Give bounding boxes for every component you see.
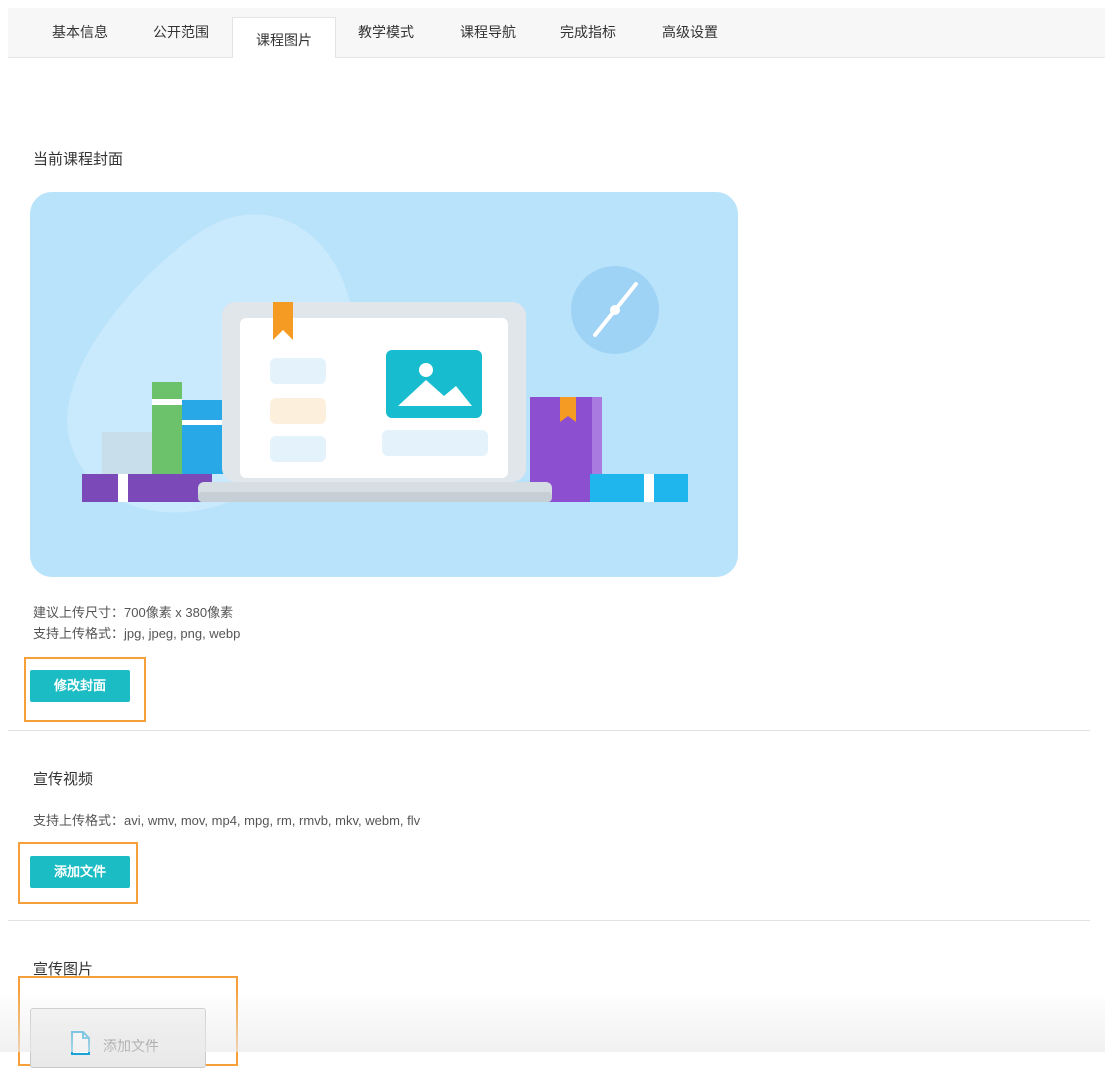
file-add-icon <box>71 1031 90 1055</box>
tab-course-images[interactable]: 课程图片 <box>232 17 336 58</box>
tab-course-nav[interactable]: 课程导航 <box>456 18 520 46</box>
image-icon <box>386 350 482 418</box>
add-video-button[interactable]: 添加文件 <box>30 856 130 888</box>
video-section-title: 宣传视频 <box>33 771 94 788</box>
course-cover-image <box>30 192 738 577</box>
tab-completion[interactable]: 完成指标 <box>556 18 620 46</box>
tab-bar: 基本信息 公开范围 课程图片 教学模式 课程导航 完成指标 高级设置 <box>8 8 1105 58</box>
cover-format-hint: 支持上传格式：jpg, jpeg, png, webp <box>33 626 241 641</box>
video-format-hint: 支持上传格式：avi, wmv, mov, mp4, mpg, rm, rmvb… <box>33 813 421 828</box>
tab-teaching-mode[interactable]: 教学模式 <box>354 18 418 46</box>
tab-visibility[interactable]: 公开范围 <box>149 18 213 46</box>
tab-basic-info[interactable]: 基本信息 <box>48 18 112 46</box>
section-divider <box>8 730 1090 731</box>
section-divider <box>8 920 1090 921</box>
cover-size-hint: 建议上传尺寸：700像素 x 380像素 <box>33 605 234 620</box>
add-image-label: 添加文件 <box>103 1038 159 1054</box>
tab-advanced[interactable]: 高级设置 <box>658 18 722 46</box>
compass-icon <box>571 266 659 354</box>
cover-section-title: 当前课程封面 <box>33 151 124 168</box>
change-cover-button[interactable]: 修改封面 <box>30 670 130 702</box>
add-image-tile[interactable]: 添加文件 <box>30 1008 206 1068</box>
